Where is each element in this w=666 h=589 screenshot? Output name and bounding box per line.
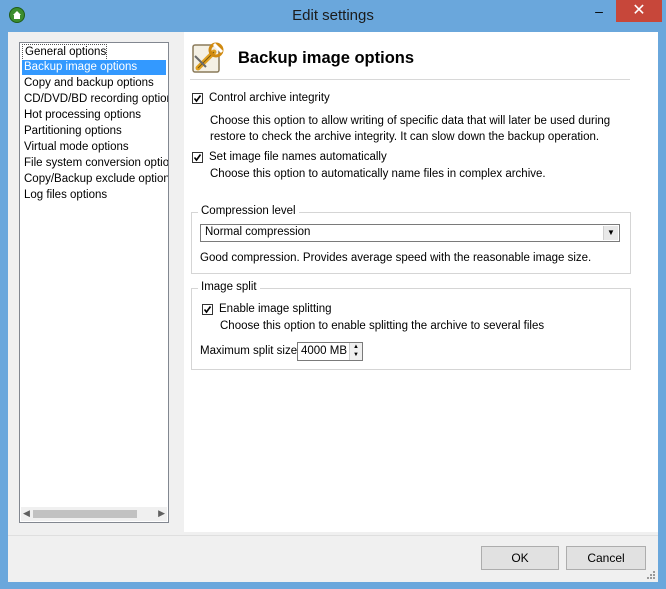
- minimize-button[interactable]: –: [584, 0, 614, 22]
- control-integrity-description: Choose this option to allow writing of s…: [210, 115, 611, 143]
- scrollbar-thumb[interactable]: [33, 510, 137, 518]
- close-button[interactable]: ✕: [616, 0, 662, 22]
- scroll-right-icon[interactable]: ▶: [158, 508, 165, 519]
- sidebar-item-copy-backup[interactable]: Copy and backup options: [22, 76, 154, 91]
- compression-selected-value: Normal compression: [205, 226, 311, 238]
- max-split-size-label: Maximum split size:: [200, 345, 301, 357]
- sidebar-item-recording[interactable]: CD/DVD/BD recording options: [22, 92, 168, 107]
- auto-names-description: Choose this option to automatically name…: [210, 168, 546, 180]
- edit-settings-window: Edit settings – ✕ General options Backup…: [0, 0, 666, 589]
- cancel-button[interactable]: Cancel: [566, 546, 646, 570]
- sidebar-item-hot-processing[interactable]: Hot processing options: [22, 108, 141, 123]
- scroll-left-icon[interactable]: ◀: [23, 508, 30, 519]
- button-bar: [8, 535, 658, 582]
- control-integrity-label[interactable]: Control archive integrity: [209, 92, 330, 104]
- sidebar-item-general[interactable]: General options: [22, 44, 108, 61]
- sidebar-item-backup-image[interactable]: Backup image options: [22, 60, 166, 75]
- resize-grip-icon[interactable]: [646, 569, 656, 579]
- compression-description: Good compression. Provides average speed…: [200, 252, 592, 264]
- control-integrity-checkbox[interactable]: [192, 93, 203, 104]
- compression-group-label: Compression level: [198, 205, 299, 217]
- sidebar-item-fs-conversion[interactable]: File system conversion options: [22, 156, 168, 171]
- title-bar[interactable]: Edit settings – ✕: [0, 0, 666, 32]
- sidebar-item-log-files[interactable]: Log files options: [22, 188, 107, 203]
- settings-wrench-icon: [192, 42, 224, 74]
- auto-names-checkbox[interactable]: [192, 152, 203, 163]
- options-panel: Backup image options Control archive int…: [184, 32, 658, 532]
- spinner-arrows-icon[interactable]: ▲ ▼: [349, 343, 362, 360]
- window-title: Edit settings: [292, 7, 374, 24]
- max-split-size-value[interactable]: 4000 MB: [301, 345, 347, 357]
- horizontal-scrollbar[interactable]: ◀ ▶: [21, 507, 167, 521]
- enable-split-description: Choose this option to enable splitting t…: [220, 320, 545, 332]
- enable-split-checkbox[interactable]: [202, 304, 213, 315]
- page-title: Backup image options: [238, 49, 415, 67]
- image-split-group-label: Image split: [198, 281, 260, 293]
- max-split-size-stepper[interactable]: 4000 MB ▲ ▼: [297, 342, 363, 361]
- ok-button[interactable]: OK: [481, 546, 559, 570]
- sidebar-item-exclude[interactable]: Copy/Backup exclude options: [22, 172, 168, 187]
- dialog-body: General options Backup image options Cop…: [8, 32, 658, 582]
- sidebar-item-partitioning[interactable]: Partitioning options: [22, 124, 122, 139]
- enable-split-label[interactable]: Enable image splitting: [219, 303, 332, 315]
- auto-names-label[interactable]: Set image file names automatically: [209, 151, 387, 163]
- chevron-down-icon[interactable]: ▼: [603, 226, 618, 240]
- sidebar-item-virtual-mode[interactable]: Virtual mode options: [22, 140, 129, 155]
- header-divider: [190, 79, 630, 80]
- settings-category-list[interactable]: General options Backup image options Cop…: [19, 42, 169, 523]
- compression-level-dropdown[interactable]: Normal compression ▼: [200, 224, 620, 242]
